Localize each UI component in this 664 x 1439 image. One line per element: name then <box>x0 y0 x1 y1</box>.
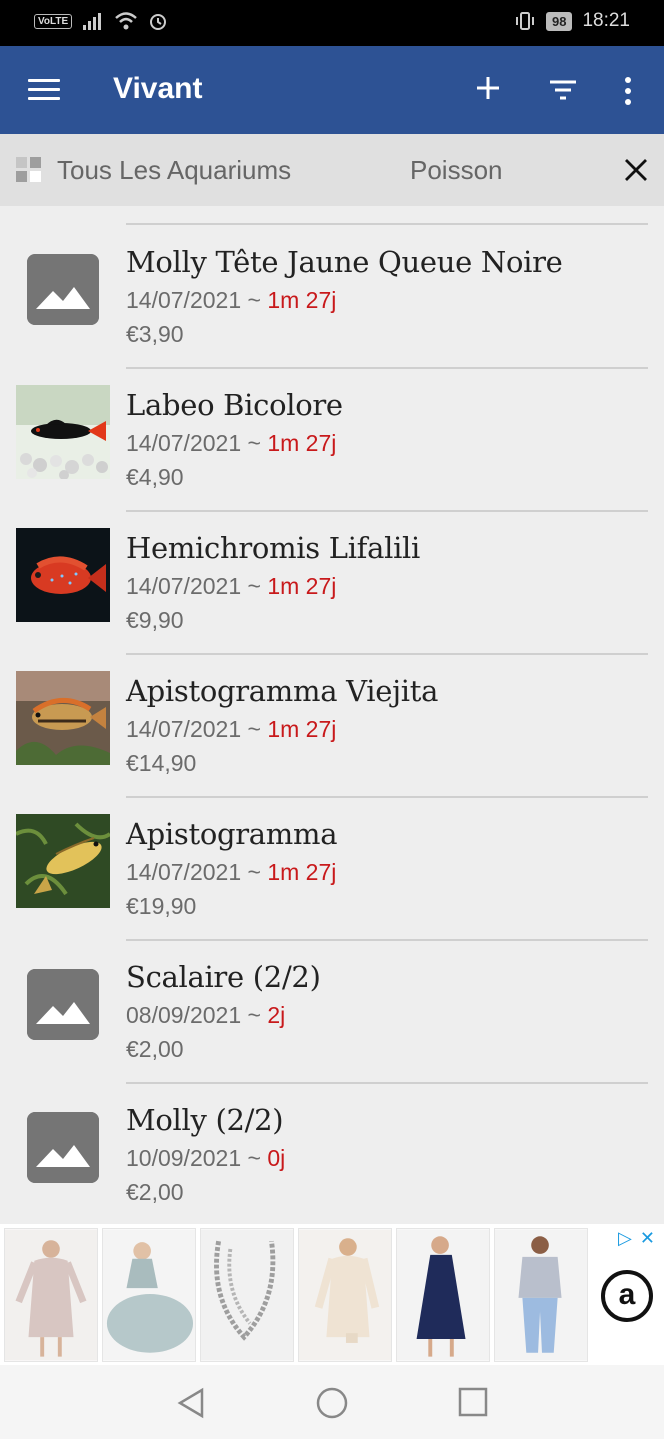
item-age: 0j <box>267 1145 286 1171</box>
viejita-photo <box>16 671 110 765</box>
item-age: 1m 27j <box>267 287 337 313</box>
item-name: Apistogramma Viejita <box>126 674 439 708</box>
list-item[interactable]: Molly Tête Jaune Queue Noire 14/07/2021 … <box>0 225 664 369</box>
item-name: Molly (2/2) <box>126 1103 284 1137</box>
list-item[interactable]: Scalaire (2/2) 08/09/2021 ~ 2j €2,00 <box>0 940 664 1084</box>
item-date: 14/07/2021 ~ 1m 27j <box>126 573 337 599</box>
item-price: €2,00 <box>126 1179 184 1205</box>
category-selector[interactable]: Poisson <box>410 155 503 186</box>
signal-icon <box>83 13 102 30</box>
home-icon[interactable] <box>316 1387 348 1419</box>
ad-product-tulle-gown[interactable] <box>102 1228 196 1362</box>
item-date: 14/07/2021 ~ 1m 27j <box>126 716 337 742</box>
list-item[interactable]: Hemichromis Lifalili 14/07/2021 ~ 1m 27j… <box>0 511 664 655</box>
volte-indicator: VoLTE <box>34 13 73 29</box>
back-icon[interactable] <box>176 1387 206 1419</box>
hemichromis-photo <box>16 528 110 622</box>
item-age: 2j <box>267 1002 286 1028</box>
item-age: 1m 27j <box>267 430 337 456</box>
more-vert-icon[interactable] <box>622 76 634 106</box>
item-date: 14/07/2021 ~ 1m 27j <box>126 859 337 885</box>
item-name: Labeo Bicolore <box>126 388 343 422</box>
page-title: Vivant <box>113 72 203 105</box>
labeo-photo <box>16 385 110 479</box>
image-placeholder-icon <box>27 969 99 1040</box>
menu-icon[interactable] <box>28 79 60 101</box>
item-name: Hemichromis Lifalili <box>126 531 420 565</box>
filter-bar: Tous Les Aquariums Poisson <box>0 134 664 206</box>
ad-product-chain-necklace[interactable] <box>200 1228 294 1362</box>
item-price: €9,90 <box>126 607 184 633</box>
aquarium-selector[interactable]: Tous Les Aquariums <box>57 155 291 186</box>
ad-brand-logo[interactable]: a <box>601 1270 653 1322</box>
list-item[interactable]: Molly (2/2) 10/09/2021 ~ 0j €2,00 <box>0 1083 664 1227</box>
item-date: 14/07/2021 ~ 1m 27j <box>126 430 337 456</box>
item-name: Apistogramma <box>126 817 338 851</box>
ad-choices[interactable]: ▷ ✕ <box>618 1228 655 1249</box>
item-age: 1m 27j <box>267 573 337 599</box>
item-date: 08/09/2021 ~ 2j <box>126 1002 286 1028</box>
item-name: Molly Tête Jaune Queue Noire <box>126 245 563 279</box>
list-item[interactable]: Labeo Bicolore 14/07/2021 ~ 1m 27j €4,90 <box>0 368 664 512</box>
add-icon[interactable] <box>474 74 502 102</box>
ad-info-icon[interactable]: ▷ <box>618 1228 632 1249</box>
vibrate-icon <box>515 12 534 30</box>
list-item[interactable]: Apistogramma Viejita 14/07/2021 ~ 1m 27j… <box>0 654 664 798</box>
item-age: 1m 27j <box>267 859 337 885</box>
ad-product-lace-dress[interactable] <box>298 1228 392 1362</box>
image-placeholder-icon <box>27 254 99 325</box>
apistogramma-photo <box>16 814 110 908</box>
item-price: €14,90 <box>126 750 197 776</box>
item-price: €4,90 <box>126 464 184 490</box>
item-price: €19,90 <box>126 893 197 919</box>
clock: 18:21 <box>582 10 630 31</box>
alarm-icon <box>150 14 167 30</box>
item-date: 10/09/2021 ~ 0j <box>126 1145 286 1171</box>
wifi-icon <box>115 12 138 30</box>
ad-close-icon[interactable]: ✕ <box>640 1228 655 1249</box>
ad-product-navy-dress[interactable] <box>396 1228 490 1362</box>
ad-product-denim-outfit[interactable] <box>494 1228 588 1362</box>
item-price: €3,90 <box>126 321 184 347</box>
item-price: €2,00 <box>126 1036 184 1062</box>
item-age: 1m 27j <box>267 716 337 742</box>
app-bar: Vivant <box>0 46 664 134</box>
status-bar: VoLTE 98 18:21 <box>0 0 664 46</box>
navigation-bar <box>0 1365 664 1439</box>
ad-product-sequin-dress[interactable] <box>4 1228 98 1362</box>
battery-indicator: 98 <box>545 11 573 31</box>
list-item[interactable]: Apistogramma 14/07/2021 ~ 1m 27j €19,90 <box>0 797 664 941</box>
close-icon[interactable] <box>624 158 648 182</box>
filter-icon[interactable] <box>548 78 578 102</box>
image-placeholder-icon <box>27 1112 99 1183</box>
grid-icon[interactable] <box>16 157 42 183</box>
item-date: 14/07/2021 ~ 1m 27j <box>126 287 337 313</box>
recents-icon[interactable] <box>458 1387 488 1417</box>
item-name: Scalaire (2/2) <box>126 960 321 994</box>
ad-banner[interactable]: ▷ ✕ a <box>0 1224 664 1365</box>
